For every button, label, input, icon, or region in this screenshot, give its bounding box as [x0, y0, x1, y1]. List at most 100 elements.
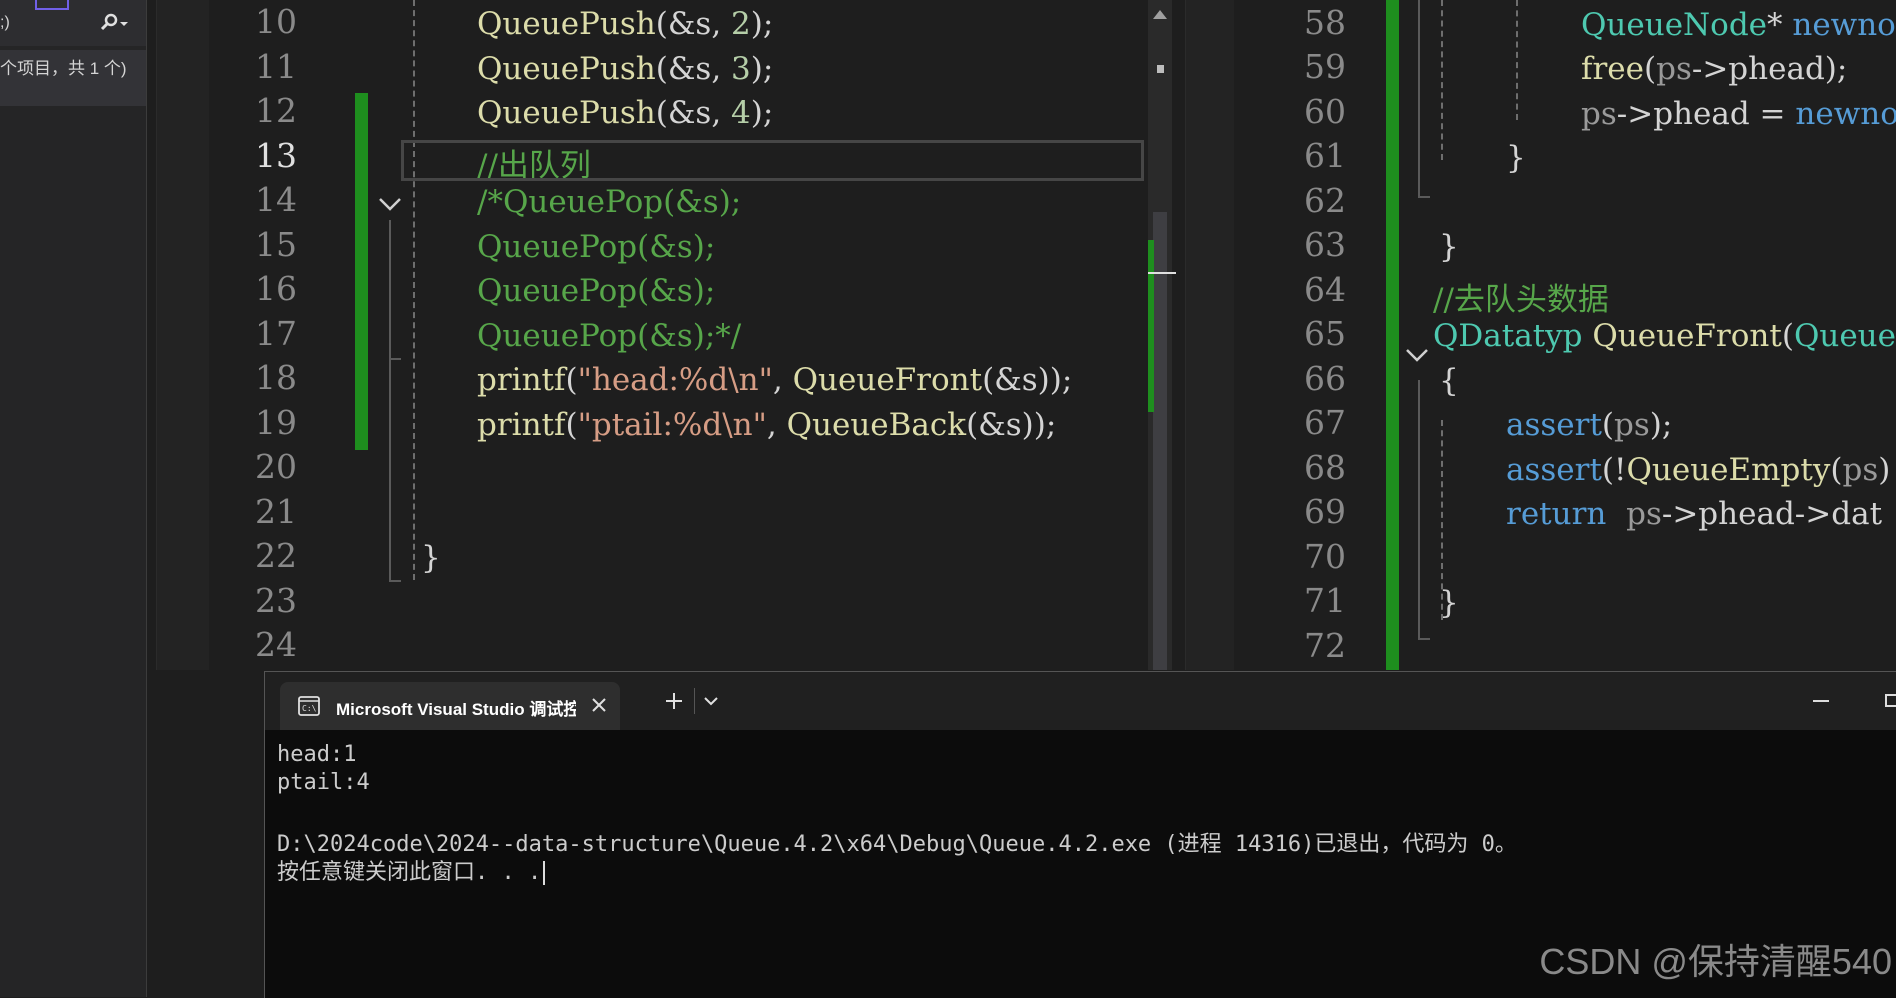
code-token: free	[1581, 51, 1644, 87]
code-line[interactable]: /*QueuePop(&s);	[477, 184, 741, 220]
code-token: QueuePop(&s);*/	[477, 318, 741, 354]
active-tab-marker	[35, 0, 69, 10]
code-token: ,	[773, 362, 793, 398]
current-line-highlight	[401, 140, 1144, 181]
fold-toggle-icon[interactable]	[377, 191, 403, 217]
code-token: ->phead);	[1692, 51, 1847, 87]
code-line[interactable]: assert(ps);	[1506, 407, 1672, 443]
code-token: QDatatyp	[1433, 318, 1583, 354]
line-number: 19	[197, 403, 297, 442]
console-output-line: ptail:4	[277, 770, 370, 795]
code-line[interactable]: QueuePush(&s, 3);	[477, 51, 773, 87]
code-line[interactable]: printf("ptail:%d\n", QueueBack(&s));	[477, 407, 1056, 443]
chevron-down-icon[interactable]	[702, 694, 720, 708]
outline-guide-end	[389, 580, 401, 582]
outline-guide	[1418, 380, 1420, 640]
fold-toggle-icon[interactable]	[1404, 342, 1430, 368]
code-token: newnode	[1792, 7, 1896, 43]
code-line[interactable]: assert(!QueueEmpty(ps)	[1506, 452, 1890, 488]
code-line[interactable]: {	[1439, 363, 1459, 399]
indent-guide	[413, 0, 415, 580]
editor-margin	[1186, 0, 1234, 670]
code-token: QueueFront	[793, 362, 982, 398]
indent-guide	[1516, 0, 1518, 120]
code-token: Queue	[1794, 318, 1896, 354]
code-line[interactable]: }	[1439, 229, 1459, 265]
indent-guide	[1441, 0, 1443, 160]
code-line[interactable]: QDatatyp QueueFront(Queue*	[1433, 318, 1896, 354]
maximize-button[interactable]	[1885, 694, 1896, 707]
code-line[interactable]: free(ps->phead);	[1581, 51, 1847, 87]
code-line[interactable]: QueuePop(&s);*/	[477, 318, 741, 354]
code-token: (	[1602, 407, 1614, 443]
code-token: (!	[1602, 452, 1627, 488]
terminal-tab-title: Microsoft Visual Studio 调试控制台	[336, 695, 576, 719]
code-token: ps	[1626, 496, 1662, 532]
code-editor-right[interactable]: 57{58QueueNode* newnode59free(ps->phead)…	[1185, 0, 1896, 670]
code-line[interactable]: QueueNode* newnode	[1581, 7, 1896, 43]
line-number: 66	[1246, 359, 1346, 398]
tab-separator	[694, 688, 695, 714]
line-number: 22	[197, 536, 297, 575]
solution-item-count: 个项目，共 1 个)	[0, 50, 146, 106]
svg-text:C:\: C:\	[302, 704, 317, 713]
code-line[interactable]: QueuePush(&s, 2);	[477, 6, 773, 42]
terminal-tab-bar: C:\ Microsoft Visual Studio 调试控制台	[265, 672, 1896, 730]
code-token: 3	[731, 51, 751, 87]
line-number: 72	[1246, 626, 1346, 665]
code-token: 2	[731, 6, 751, 42]
line-number: 63	[1246, 225, 1346, 264]
code-line[interactable]: QueuePop(&s);	[477, 273, 715, 309]
code-line[interactable]: }	[421, 540, 441, 576]
code-editor-left[interactable]: 10QueuePush(&s, 2);11QueuePush(&s, 3);12…	[156, 0, 1174, 670]
code-token: {	[1439, 363, 1459, 399]
line-number: 20	[197, 447, 297, 486]
code-line[interactable]: printf("head:%d\n", QueueFront(&s));	[477, 362, 1072, 398]
code-token: ps	[1656, 51, 1692, 87]
line-number: 12	[197, 91, 297, 130]
watermark: CSDN @保持清醒540	[1539, 933, 1892, 985]
solution-search-bar[interactable]: ;)	[0, 0, 146, 46]
code-token: );	[751, 95, 774, 131]
line-number: 21	[197, 492, 297, 531]
console-prompt-line: 按任意键关闭此窗口. . .	[277, 854, 545, 886]
vertical-scrollbar[interactable]	[1148, 0, 1172, 670]
code-token: );	[751, 51, 774, 87]
scroll-change-marker	[1148, 240, 1154, 412]
outline-guide-tick	[389, 358, 401, 360]
outline-guide	[389, 220, 391, 582]
code-line[interactable]: }	[1506, 140, 1526, 176]
code-line[interactable]: ps->phead = newnod	[1581, 96, 1896, 132]
line-number: 18	[197, 358, 297, 397]
code-token: (	[565, 362, 577, 398]
line-number: 71	[1246, 581, 1346, 620]
code-token: }	[1506, 140, 1526, 176]
line-number: 13	[197, 136, 297, 175]
code-line[interactable]: QueuePush(&s, 4);	[477, 95, 773, 131]
code-line[interactable]: return ps->phead->dat	[1506, 496, 1882, 532]
plus-icon[interactable]	[662, 689, 686, 713]
code-token: "ptail:%d\n"	[578, 407, 767, 443]
code-token: (&s,	[656, 51, 731, 87]
line-number: 23	[197, 581, 297, 620]
code-token: 4	[731, 95, 751, 131]
code-token: (	[1830, 452, 1842, 488]
code-line[interactable]: //去队头数据	[1433, 274, 1609, 319]
code-token	[1583, 318, 1593, 354]
scroll-up-arrow[interactable]	[1153, 10, 1167, 19]
code-token: QueuePush	[477, 6, 656, 42]
close-icon[interactable]	[588, 694, 610, 716]
code-token: assert	[1506, 407, 1602, 443]
line-number: 60	[1246, 92, 1346, 131]
scroll-thumb[interactable]	[1153, 212, 1167, 670]
outline-guide-end	[1418, 638, 1430, 640]
minimize-button[interactable]	[1813, 700, 1829, 702]
code-line[interactable]: QueuePop(&s);	[477, 229, 715, 265]
line-number: 10	[197, 2, 297, 41]
search-icon[interactable]	[98, 12, 128, 34]
terminal-tab[interactable]: C:\ Microsoft Visual Studio 调试控制台	[280, 682, 620, 730]
code-token: QueueBack	[787, 407, 966, 443]
code-token: (	[1644, 51, 1656, 87]
line-number: 67	[1246, 403, 1346, 442]
code-token: (&s));	[982, 362, 1072, 398]
